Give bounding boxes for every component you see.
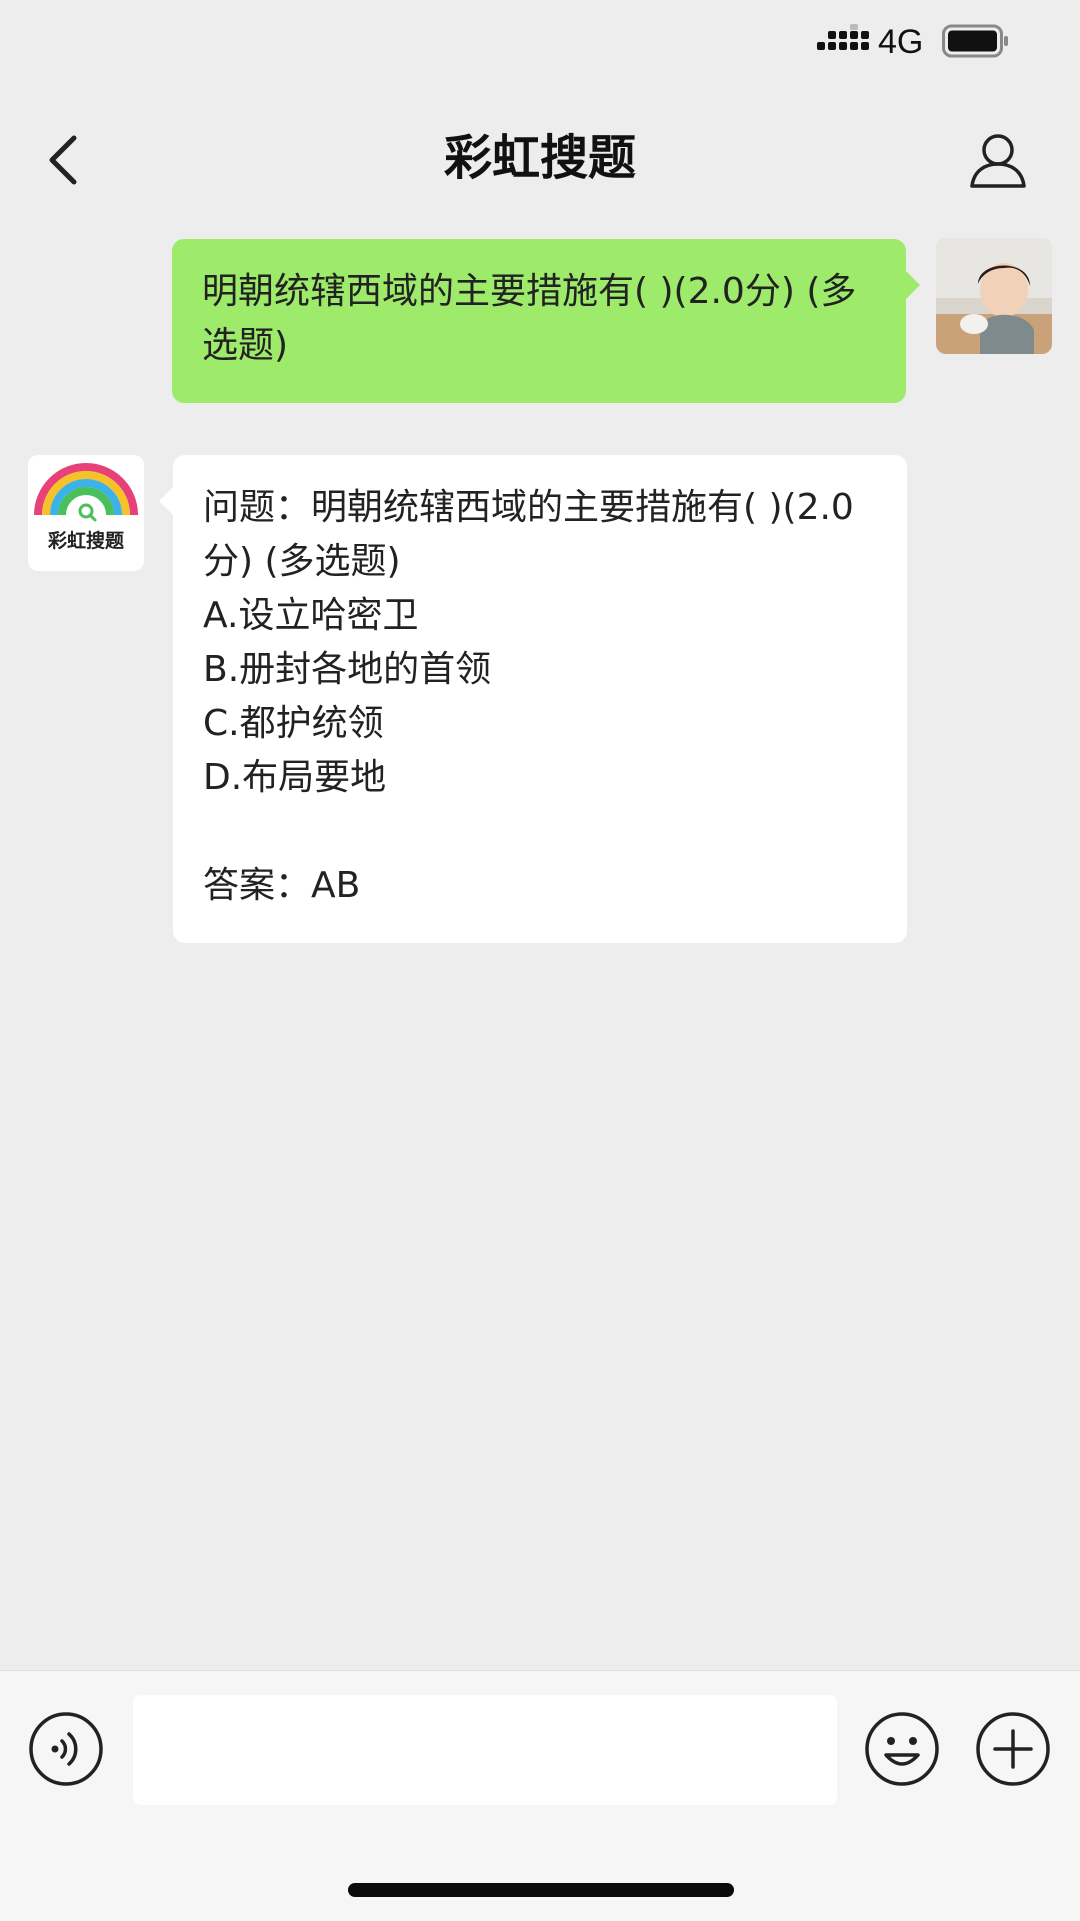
option-c: C.都护统领 [203,703,384,744]
signal-icon [817,24,869,50]
status-bar: 4G [0,0,1080,84]
page-title: 彩虹搜题 [443,130,636,186]
answer-text: 答案：AB [203,865,361,906]
user-message-bubble[interactable]: 明朝统辖西域的主要措施有( )(2.0分) (多选题) [172,239,920,403]
battery-icon [942,24,1008,58]
bot-logo-text: 彩虹搜题 [47,529,124,552]
emoji-icon[interactable] [864,1711,940,1787]
home-indicator[interactable] [348,1883,734,1897]
profile-icon[interactable] [968,130,1028,190]
bot-question-text: 问题：明朝统辖西域的主要措施有( )(2.0分) (多选题) [203,487,854,582]
plus-icon[interactable] [975,1711,1051,1787]
bot-message-bubble[interactable]: 问题：明朝统辖西域的主要措施有( )(2.0分) (多选题) A.设立哈密卫 B… [159,455,907,943]
option-b: B.册封各地的首领 [203,649,492,690]
option-d: D.布局要地 [203,757,387,798]
message-input[interactable] [133,1695,837,1805]
user-message-text: 明朝统辖西域的主要措施有( )(2.0分) (多选题) [202,271,857,366]
nav-bar: 彩虹搜题 [0,110,1080,210]
bot-avatar[interactable]: 彩虹搜题 [28,455,144,571]
voice-icon[interactable] [28,1711,104,1787]
network-label: 4G [878,23,924,61]
option-a: A.设立哈密卫 [203,595,419,636]
user-avatar[interactable] [936,238,1052,354]
